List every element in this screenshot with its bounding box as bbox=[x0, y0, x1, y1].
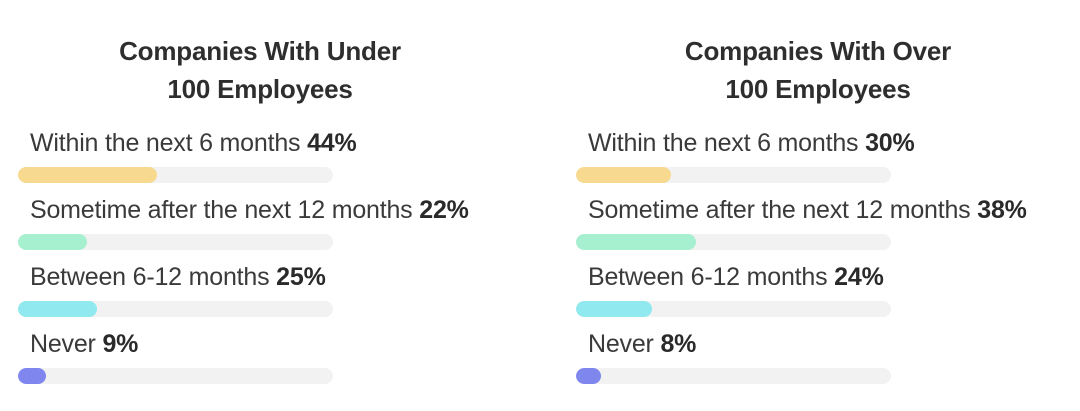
bar-row: Within the next 6 months 30% bbox=[576, 128, 1076, 188]
bar-label: Within the next 6 months 30% bbox=[588, 128, 915, 158]
bar bbox=[18, 301, 97, 317]
bar-label: Within the next 6 months 44% bbox=[30, 128, 357, 158]
value-label: 30% bbox=[865, 129, 915, 157]
chart-panel-under-100: Companies With Under 100 Employees Withi… bbox=[0, 0, 520, 411]
bar-track bbox=[18, 234, 333, 250]
chart-title-line-1: Companies With Under bbox=[119, 36, 401, 66]
chart-title-line-2: 100 Employees bbox=[167, 74, 353, 104]
bar-track bbox=[576, 234, 891, 250]
bar bbox=[576, 301, 652, 317]
bar-track bbox=[18, 368, 333, 384]
chart-panel-over-100: Companies With Over 100 Employees Within… bbox=[558, 0, 1078, 411]
bar-track bbox=[576, 301, 891, 317]
category-label: Within the next 6 months bbox=[30, 129, 301, 157]
bar bbox=[576, 234, 696, 250]
bar-row: Sometime after the next 12 months 38% bbox=[576, 195, 1076, 255]
bar-row: Sometime after the next 12 months 22% bbox=[18, 195, 518, 255]
chart-title-line-2: 100 Employees bbox=[725, 74, 911, 104]
bar-track bbox=[18, 301, 333, 317]
chart-title: Companies With Under 100 Employees bbox=[0, 32, 520, 108]
value-label: 9% bbox=[102, 330, 139, 358]
bar-label: Between 6-12 months 25% bbox=[30, 262, 326, 292]
value-label: 38% bbox=[977, 196, 1027, 224]
chart-title-line-1: Companies With Over bbox=[684, 36, 952, 66]
value-label: 25% bbox=[276, 263, 326, 291]
chart-title: Companies With Over 100 Employees bbox=[558, 32, 1078, 108]
category-label: Between 6-12 months bbox=[30, 263, 270, 291]
bar-label: Sometime after the next 12 months 38% bbox=[588, 195, 1027, 225]
bar-row: Never 9% bbox=[18, 329, 518, 389]
bar-label: Between 6-12 months 24% bbox=[588, 262, 884, 292]
bar bbox=[18, 234, 87, 250]
category-label: Never bbox=[588, 330, 654, 358]
value-label: 8% bbox=[660, 330, 697, 358]
value-label: 24% bbox=[834, 263, 884, 291]
bar-label: Sometime after the next 12 months 22% bbox=[30, 195, 469, 225]
category-label: Never bbox=[30, 330, 96, 358]
category-label: Sometime after the next 12 months bbox=[588, 196, 971, 224]
bar-row: Never 8% bbox=[576, 329, 1076, 389]
category-label: Within the next 6 months bbox=[588, 129, 859, 157]
bar-label: Never 8% bbox=[588, 329, 696, 359]
category-label: Sometime after the next 12 months bbox=[30, 196, 413, 224]
bar-track bbox=[576, 167, 891, 183]
bar bbox=[576, 368, 601, 384]
value-label: 22% bbox=[419, 196, 469, 224]
bar-track bbox=[18, 167, 333, 183]
category-label: Between 6-12 months bbox=[588, 263, 828, 291]
bar-row: Between 6-12 months 25% bbox=[18, 262, 518, 322]
bar bbox=[18, 368, 46, 384]
bar-row: Between 6-12 months 24% bbox=[576, 262, 1076, 322]
bar bbox=[18, 167, 157, 183]
bar-row: Within the next 6 months 44% bbox=[18, 128, 518, 188]
value-label: 44% bbox=[307, 129, 357, 157]
bar-track bbox=[576, 368, 891, 384]
bar-label: Never 9% bbox=[30, 329, 138, 359]
bar bbox=[576, 167, 671, 183]
